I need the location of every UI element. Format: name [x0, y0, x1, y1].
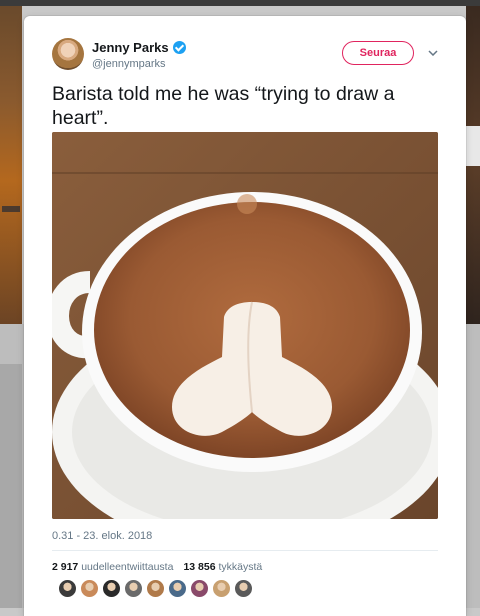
tweet-timestamp[interactable]: 0.31 - 23. elok. 2018 [52, 530, 152, 542]
tweet-photo[interactable] [52, 132, 438, 519]
liker-avatar[interactable] [234, 579, 253, 598]
liker-avatar[interactable] [190, 579, 209, 598]
liker-avatar[interactable] [102, 579, 121, 598]
likes-count: 13 856 [183, 561, 216, 573]
tweet-card: Jenny Parks @jennymparks Seuraa Barista … [24, 16, 466, 616]
liker-avatar[interactable] [80, 579, 99, 598]
author-name-row: Jenny Parks [92, 40, 186, 55]
divider [52, 550, 438, 551]
background-top-bar [0, 0, 480, 6]
author-handle[interactable]: @jennymparks [92, 58, 166, 70]
author-name[interactable]: Jenny Parks [92, 40, 169, 55]
avatar[interactable] [52, 38, 84, 70]
liker-avatar[interactable] [58, 579, 77, 598]
latte-art-image [52, 132, 438, 519]
tweet-stats: 2 917 uudelleentwiittausta 13 856 tykkäy… [52, 561, 262, 573]
liker-avatar[interactable] [212, 579, 231, 598]
follow-button[interactable]: Seuraa [342, 41, 414, 65]
likes-stat[interactable]: 13 856 tykkäystä [183, 561, 262, 573]
liker-avatar[interactable] [124, 579, 143, 598]
liker-avatar[interactable] [146, 579, 165, 598]
retweets-label: uudelleentwiittausta [81, 561, 174, 573]
chevron-down-icon[interactable] [426, 46, 440, 60]
likes-label: tykkäystä [218, 561, 263, 573]
tweet-text: Barista told me he was “trying to draw a… [52, 83, 395, 129]
retweets-count: 2 917 [52, 561, 79, 573]
retweets-stat[interactable]: 2 917 uudelleentwiittausta [52, 561, 173, 573]
verified-badge-icon [172, 41, 186, 54]
background-left-image [0, 6, 22, 324]
liker-avatar[interactable] [168, 579, 187, 598]
background-right-image [466, 6, 480, 324]
liker-avatars [58, 579, 253, 598]
